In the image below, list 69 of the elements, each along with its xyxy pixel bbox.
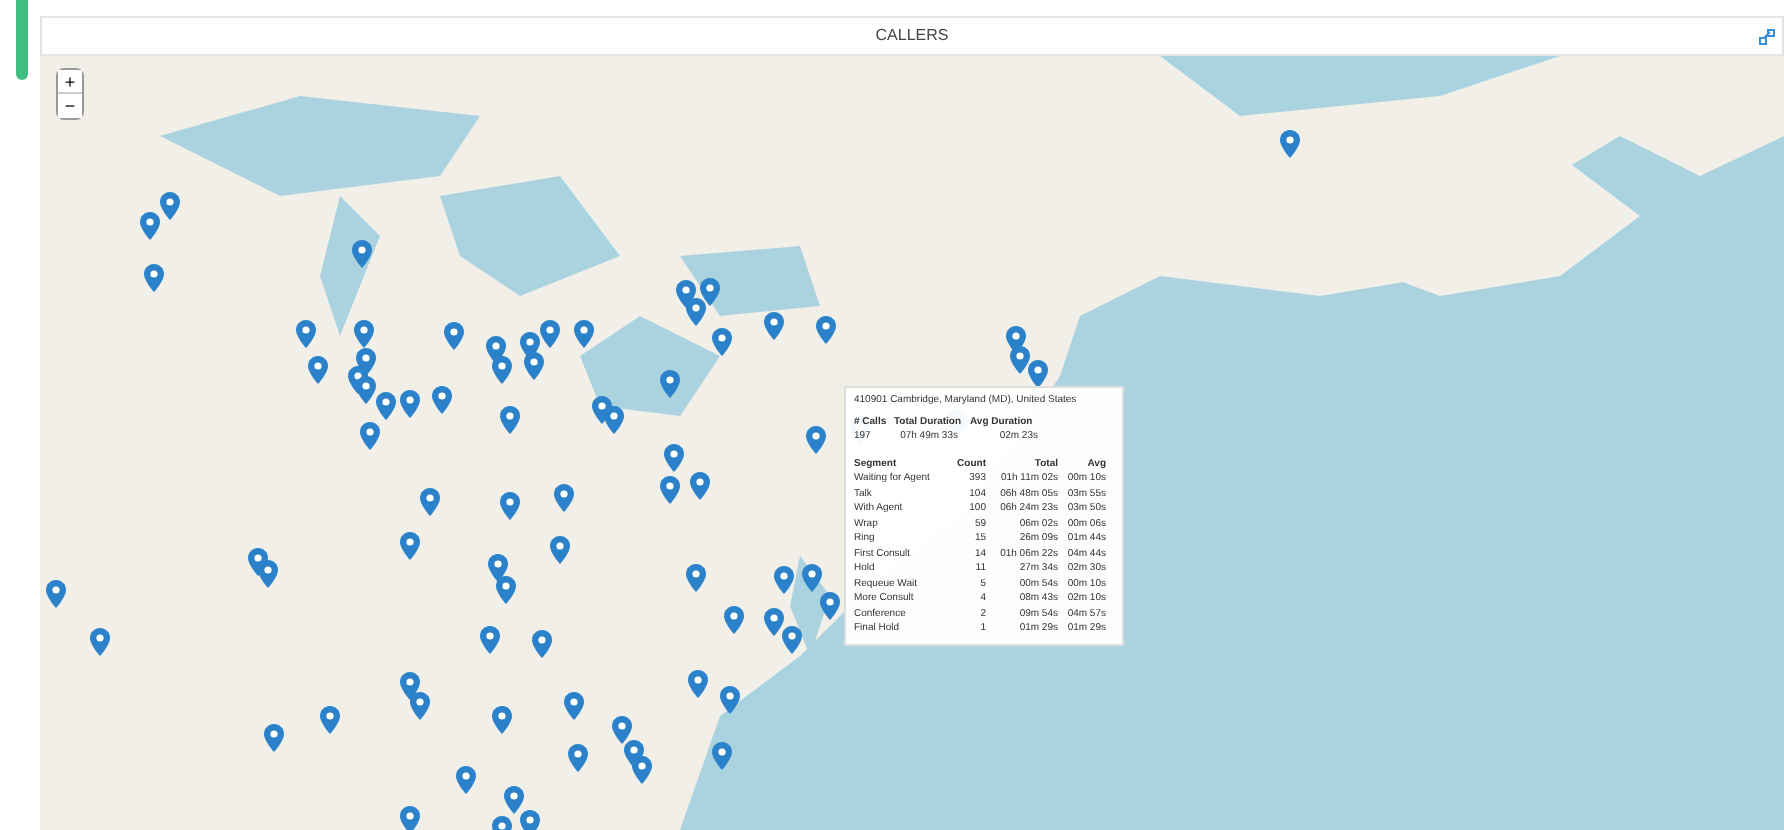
map-pin-icon[interactable] <box>46 580 66 608</box>
map-pin-icon[interactable] <box>492 706 512 734</box>
map-pin-icon[interactable] <box>612 716 632 744</box>
map-pin-icon[interactable] <box>520 810 540 830</box>
map-pin-icon[interactable] <box>492 356 512 384</box>
map-pin-icon[interactable] <box>632 756 652 784</box>
map-pin-icon[interactable] <box>604 406 624 434</box>
map-pin-icon[interactable] <box>664 444 684 472</box>
map-pin-icon[interactable] <box>1280 130 1300 158</box>
status-bar <box>16 0 28 80</box>
map-pin-icon[interactable] <box>500 492 520 520</box>
map-pin-icon[interactable] <box>524 352 544 380</box>
map-pin-icon[interactable] <box>532 630 552 658</box>
map-pin-icon[interactable] <box>496 576 516 604</box>
map-pin-icon[interactable] <box>724 606 744 634</box>
map-pin-icon[interactable] <box>712 328 732 356</box>
map-pin-icon[interactable] <box>540 320 560 348</box>
map-pin-icon[interactable] <box>686 298 706 326</box>
map-pin-icon[interactable] <box>816 316 836 344</box>
map-pin-icon[interactable] <box>564 692 584 720</box>
map-pin-icon[interactable] <box>376 392 396 420</box>
map-pin-icon[interactable] <box>356 376 376 404</box>
map-pin-icon[interactable] <box>568 744 588 772</box>
map-pin-icon[interactable] <box>160 192 180 220</box>
map-pin-icon[interactable] <box>660 370 680 398</box>
map-pin-icon[interactable] <box>400 806 420 830</box>
map-pin-icon[interactable] <box>400 532 420 560</box>
map-pin-icon[interactable] <box>360 422 380 450</box>
map-pin-icon[interactable] <box>480 626 500 654</box>
map-pin-icon[interactable] <box>820 592 840 620</box>
map-pin-icon[interactable] <box>660 476 680 504</box>
map-pin-icon[interactable] <box>720 686 740 714</box>
zoom-in-button[interactable]: + <box>58 70 82 94</box>
link-icon[interactable] <box>1758 28 1776 46</box>
map-pin-icon[interactable] <box>1006 326 1026 354</box>
map-pin-icon[interactable] <box>90 628 110 656</box>
map-pin-icon[interactable] <box>296 320 316 348</box>
map-pin-icon[interactable] <box>400 390 420 418</box>
map-pin-icon[interactable] <box>500 406 520 434</box>
map-pin-icon[interactable] <box>258 560 278 588</box>
map-pin-icon[interactable] <box>712 742 732 770</box>
map-pin-icon[interactable] <box>140 212 160 240</box>
map-pin-icon[interactable] <box>320 706 340 734</box>
map-pin-icon[interactable] <box>550 536 570 564</box>
map-pin-icon[interactable] <box>420 488 440 516</box>
map-pin-icon[interactable] <box>574 320 594 348</box>
map-pin-icon[interactable] <box>504 786 524 814</box>
map-pin-icon[interactable] <box>802 564 822 592</box>
map-pin-icon[interactable] <box>774 566 794 594</box>
map-pin-icon[interactable] <box>686 564 706 592</box>
map-pin-icon[interactable] <box>432 386 452 414</box>
panel-title: CALLERS <box>875 24 949 48</box>
map-pin-icon[interactable] <box>444 322 464 350</box>
map-pin-icon[interactable] <box>456 766 476 794</box>
map-pin-icon[interactable] <box>690 472 710 500</box>
map-pin-icon[interactable] <box>352 240 372 268</box>
map-pin-icon[interactable] <box>308 356 328 384</box>
map-pin-icon[interactable] <box>806 426 826 454</box>
map-pin-icon[interactable] <box>700 278 720 306</box>
map-pin-icon[interactable] <box>782 626 802 654</box>
map-pin-icon[interactable] <box>764 608 784 636</box>
map-pin-icon[interactable] <box>554 484 574 512</box>
map-pin-icon[interactable] <box>354 320 374 348</box>
map-pin-icon[interactable] <box>144 264 164 292</box>
map-pin-icon[interactable] <box>764 312 784 340</box>
map-pin-icon[interactable] <box>1028 360 1048 388</box>
map-pin-icon[interactable] <box>410 692 430 720</box>
map-pin-icon[interactable] <box>688 670 708 698</box>
map-pin-icon[interactable] <box>264 724 284 752</box>
